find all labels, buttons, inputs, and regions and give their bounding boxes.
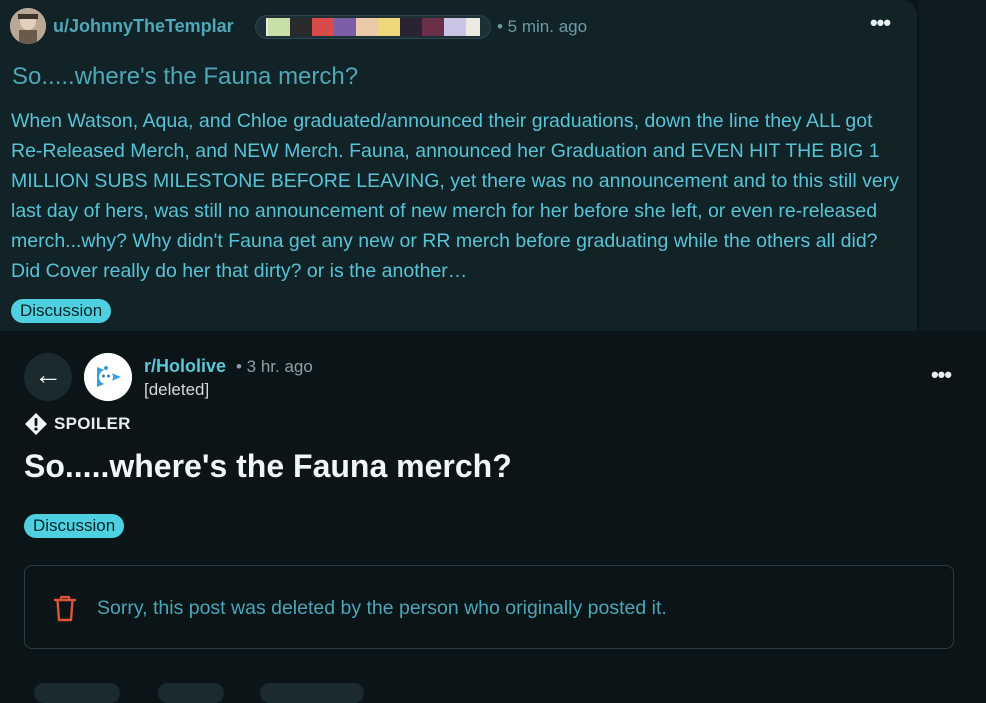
spoiler-warning-icon <box>25 413 47 435</box>
subreddit-name[interactable]: r/Hololive <box>144 356 226 377</box>
post-author: [deleted] <box>144 380 210 399</box>
user-avatar[interactable] <box>10 8 46 44</box>
post-time: • 3 hr. ago <box>236 357 313 376</box>
flair-tag[interactable]: Discussion <box>24 514 125 538</box>
archived-post-title[interactable]: So.....where's the Fauna merch? <box>12 63 358 91</box>
post-time: • 5 min. ago <box>497 17 588 36</box>
right-gutter <box>917 0 986 331</box>
deleted-message: Sorry, this post was deleted by the pers… <box>97 597 667 619</box>
user-flair-images <box>255 15 491 39</box>
back-button[interactable]: ← <box>24 353 72 401</box>
flair-tag[interactable]: Discussion <box>11 299 112 323</box>
archived-post-header: u/JohnnyTheTemplar • 5 min. ago ••• <box>10 8 910 44</box>
subreddit-avatar[interactable] <box>84 353 132 401</box>
spoiler-label: SPOILER <box>54 414 131 433</box>
trash-icon <box>53 595 77 622</box>
author-username[interactable]: u/JohnnyTheTemplar <box>53 16 234 37</box>
vote-bar[interactable] <box>34 683 120 703</box>
comments-button[interactable] <box>158 683 224 703</box>
archived-post-body: When Watson, Aqua, and Chloe graduated/a… <box>11 110 899 282</box>
share-button[interactable] <box>260 683 364 703</box>
archived-post-card[interactable]: u/JohnnyTheTemplar • 5 min. ago ••• So..… <box>0 0 917 331</box>
more-options-icon[interactable]: ••• <box>928 364 954 388</box>
post-title: So.....where's the Fauna merch? <box>24 448 512 484</box>
deleted-post-notice: Sorry, this post was deleted by the pers… <box>24 565 954 649</box>
more-options-icon[interactable]: ••• <box>868 12 892 36</box>
